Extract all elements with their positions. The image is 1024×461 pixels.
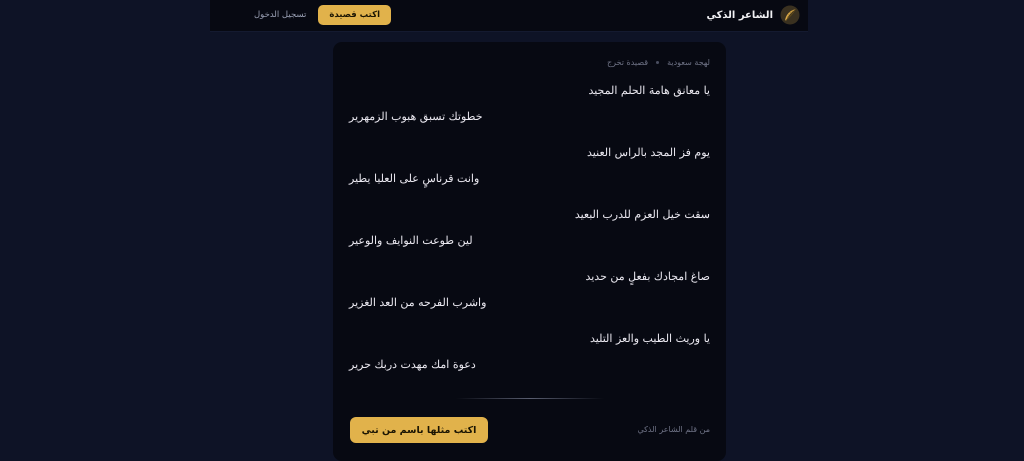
verse-second-half: واشرب الفرحه من العد الغزير xyxy=(349,296,487,309)
write-similar-button[interactable]: اكتب مثلها باسم من تبي xyxy=(350,417,488,443)
header-nav: تسجيل الدخول اكتب قصيدة xyxy=(254,5,391,25)
write-poem-button[interactable]: اكتب قصيدة xyxy=(318,5,391,25)
verse-first-half: سقت خيل العزم للدرب البعيد xyxy=(574,208,710,221)
verse-first-half: يا وريث الطيب والعز التليد xyxy=(590,332,710,345)
poem-type-label: قصيدة تخرج xyxy=(607,58,649,67)
brand-name: الشاعر الذكي xyxy=(706,9,773,21)
poem-card: قصيدة تخرج لهجة سعودية يا معانق هامة الح… xyxy=(333,42,726,461)
poem-dialect-label: لهجة سعودية xyxy=(667,58,710,67)
verse-second-half: وانت قرناسٍ على العليا يطير xyxy=(349,172,480,185)
brand[interactable]: الشاعر الذكي xyxy=(706,5,800,25)
separator-dot xyxy=(656,61,660,64)
verse-second-half: لين طوعت النوايف والوعير xyxy=(349,234,473,247)
verse-second-half: دعوة امك مهدت دربك حرير xyxy=(349,358,476,371)
poem-meta: قصيدة تخرج لهجة سعودية xyxy=(607,58,710,67)
verse-first-half: يوم فز المجد بالراس العنيد xyxy=(587,146,710,159)
verse-second-half: خطوتك تسبق هبوب الزمهرير xyxy=(349,110,483,123)
top-bar: الشاعر الذكي تسجيل الدخول اكتب قصيدة xyxy=(210,0,808,32)
verse-first-half: يا معانق هامة الحلم المجيد xyxy=(588,84,710,97)
footer-credit: من قلم الشاعر الذكي xyxy=(637,425,710,434)
divider xyxy=(456,398,604,399)
login-link[interactable]: تسجيل الدخول xyxy=(254,10,306,20)
verse-first-half: صاغ امجادك بفعلٍ من حديد xyxy=(585,270,710,283)
quill-feather-icon xyxy=(780,5,800,25)
